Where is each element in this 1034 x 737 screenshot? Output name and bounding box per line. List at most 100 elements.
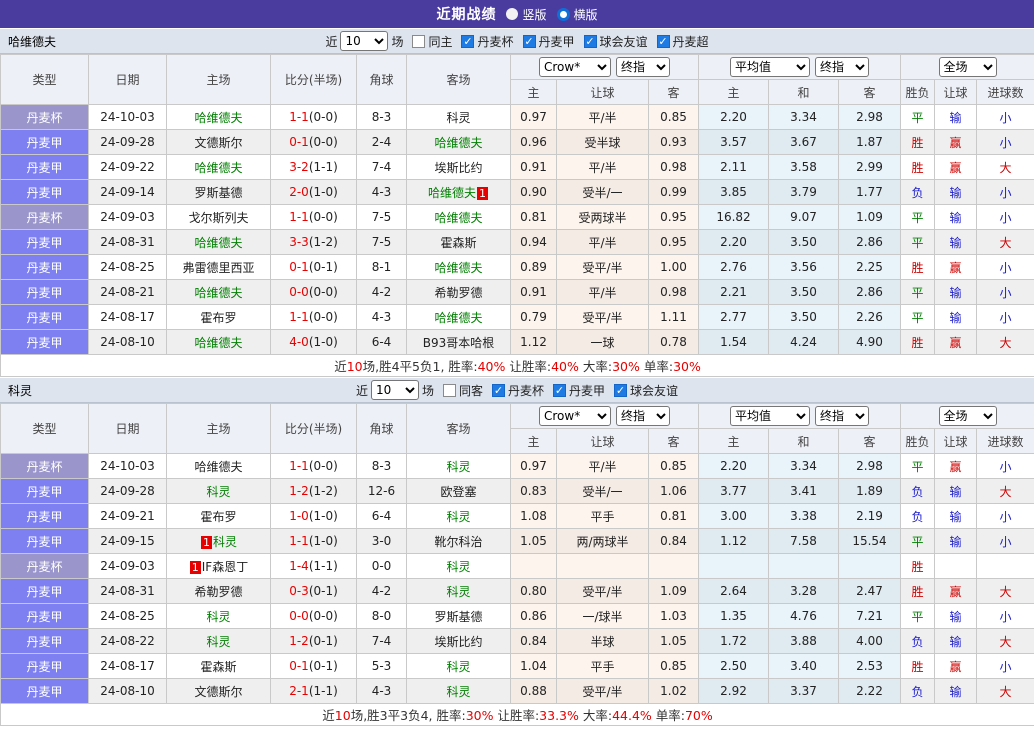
goals-cell: 小 [976, 653, 1034, 679]
same-venue-checkbox[interactable] [412, 34, 426, 48]
away-team-cell: 哈维德夫 [406, 204, 511, 230]
odds-home-cell: 0.81 [510, 204, 557, 230]
away-team-cell: B93哥本哈根 [406, 329, 511, 355]
date-cell: 24-09-21 [88, 503, 167, 529]
league-column-header: 类型 [0, 54, 89, 105]
odds-handicap-cell: 受半/一 [556, 179, 649, 205]
odds-home-cell: 1.04 [510, 653, 557, 679]
away-team: 希勒罗德 [434, 285, 483, 300]
away-team: 罗斯基德 [434, 609, 483, 624]
home-team-cell: 哈维德夫 [166, 279, 271, 305]
avg-home-cell [698, 553, 769, 579]
home-team-cell: 文德斯尔 [166, 129, 271, 155]
away-team: 欧登塞 [440, 484, 477, 499]
handicap-result-cell [934, 553, 978, 579]
odds-handicap-cell: 平/半 [556, 154, 649, 180]
odds-away-cell [648, 553, 699, 579]
league-filter-checkbox[interactable]: ✓ [461, 34, 475, 48]
avg-draw-cell: 3.28 [768, 578, 839, 604]
same-venue-checkbox[interactable] [442, 383, 456, 397]
league-filter-checkbox[interactable]: ✓ [614, 383, 628, 397]
league-filter-checkbox[interactable]: ✓ [492, 383, 505, 397]
odds-stage-select[interactable]: 终指 [616, 57, 670, 77]
match-row: 丹麦甲 24-08-31 希勒罗德 0-3(0-1) 4-2 科灵 0.80 受平/半 1.09… [0, 578, 1034, 604]
home-team-cell: 科灵 [166, 478, 271, 504]
avg-away-cell: 1.87 [837, 129, 902, 155]
away-team-cell: 科灵 [406, 678, 511, 704]
avg-away-cell: 2.86 [837, 229, 902, 255]
date-cell: 24-09-14 [88, 179, 167, 205]
goals-cell: 小 [976, 254, 1034, 280]
match-count-select[interactable]: 10 [340, 31, 389, 51]
home-team-cell: 哈维德夫 [166, 154, 271, 180]
match-count-select[interactable]: 10 [370, 380, 419, 400]
odds-home-cell: 0.90 [510, 179, 557, 205]
fulltime-score: 1-1 [289, 459, 309, 473]
league-filter-checkbox[interactable]: ✓ [522, 34, 536, 48]
match-row: 丹麦甲 24-08-22 科灵 1-2(0-1) 7-4 埃斯比约 0.84 半球 1.05 1.… [0, 628, 1034, 654]
home-team-cell: 霍布罗 [166, 503, 271, 529]
away-team: 埃斯比约 [434, 634, 483, 649]
avg-away-cell: 2.99 [837, 154, 902, 180]
horizontal-layout-radio[interactable]: 横版 [556, 6, 598, 23]
odds-handicap-header: 让球 [556, 428, 649, 454]
league-cell: 丹麦甲 [0, 653, 89, 679]
team-sections: 哈维德夫近 10 场同主 ✓ 丹麦杯 ✓ 丹麦甲 ✓ 球会友谊 ✓ 丹麦超 类型 日期 主场 比分(半场) 角… [0, 28, 1034, 726]
avg-away-cell: 1.77 [837, 179, 902, 205]
bookmaker-select[interactable]: Crow* [539, 57, 611, 77]
fulltime-score: 0-0 [289, 609, 309, 623]
avg-stage-select[interactable]: 终指 [815, 406, 870, 426]
avg-draw-cell: 7.58 [768, 528, 839, 554]
goals-cell: 大 [976, 329, 1034, 355]
league-filter-label: 丹麦甲 [569, 383, 606, 398]
avg-home-cell: 3.57 [698, 129, 769, 155]
score-cell: 1-1(0-0) [270, 453, 357, 479]
vertical-layout-radio[interactable]: 竖版 [506, 6, 547, 23]
match-row: 丹麦甲 24-08-17 霍森斯 0-1(0-1) 5-3 科灵 1.04 平手 0.85 2.5… [0, 653, 1034, 679]
league-cell: 丹麦甲 [0, 304, 89, 330]
halftime-score: (1-2) [308, 484, 338, 498]
corner-cell: 7-5 [356, 229, 407, 255]
scope-select[interactable]: 全场 [938, 57, 997, 77]
odds-stage-select[interactable]: 终指 [616, 406, 670, 426]
handicap-result-cell: 赢 [934, 578, 978, 604]
handicap-result-cell: 输 [934, 104, 978, 130]
date-cell: 24-10-03 [88, 453, 167, 479]
goals-header: 进球数 [976, 428, 1034, 454]
league-filter-checkbox[interactable]: ✓ [583, 34, 597, 48]
avg-draw-cell: 3.50 [768, 304, 839, 330]
result-cell: 平 [900, 104, 936, 130]
odds-away-cell: 0.98 [648, 279, 699, 305]
odds-away-header: 客 [648, 79, 699, 105]
section-filter-bar: 科灵近 10 场同客 ✓ 丹麦杯 ✓ 丹麦甲 ✓ 球会友谊 [0, 377, 1034, 403]
home-team-cell: 戈尔斯列夫 [166, 204, 271, 230]
fulltime-score: 1-1 [289, 310, 309, 324]
odds-away-cell: 1.03 [648, 603, 699, 629]
avg-home-cell: 2.11 [698, 154, 769, 180]
scope-select[interactable]: 全场 [938, 406, 997, 426]
corner-cell: 12-6 [356, 478, 407, 504]
average-select[interactable]: 平均值 [730, 406, 811, 426]
bookmaker-selects: Crow* 终指 [539, 406, 670, 426]
goals-cell: 小 [976, 129, 1034, 155]
date-cell: 24-08-31 [88, 229, 167, 255]
fulltime-score: 4-0 [289, 335, 309, 349]
score-cell: 0-0(0-0) [270, 603, 357, 629]
odds-handicap-cell: 受平/半 [556, 304, 649, 330]
league-filter-checkbox[interactable]: ✓ [553, 383, 567, 397]
halftime-score: (0-0) [308, 285, 338, 299]
home-team: 科灵 [206, 484, 231, 499]
goals-cell: 小 [976, 528, 1034, 554]
average-selects: 平均值 终指 [730, 406, 870, 426]
fulltime-score: 1-2 [289, 634, 309, 648]
red-card-badge: 1 [200, 535, 212, 549]
bookmaker-select[interactable]: Crow* [539, 406, 611, 426]
corner-cell: 4-3 [356, 678, 407, 704]
average-select[interactable]: 平均值 [730, 57, 811, 77]
home-team: 霍森斯 [200, 659, 237, 674]
league-filter-checkbox[interactable]: ✓ [656, 34, 670, 48]
date-cell: 24-09-22 [88, 154, 167, 180]
avg-stage-select[interactable]: 终指 [815, 57, 870, 77]
summary-segment: 10 [334, 708, 351, 723]
avg-away-header: 客 [837, 428, 902, 454]
